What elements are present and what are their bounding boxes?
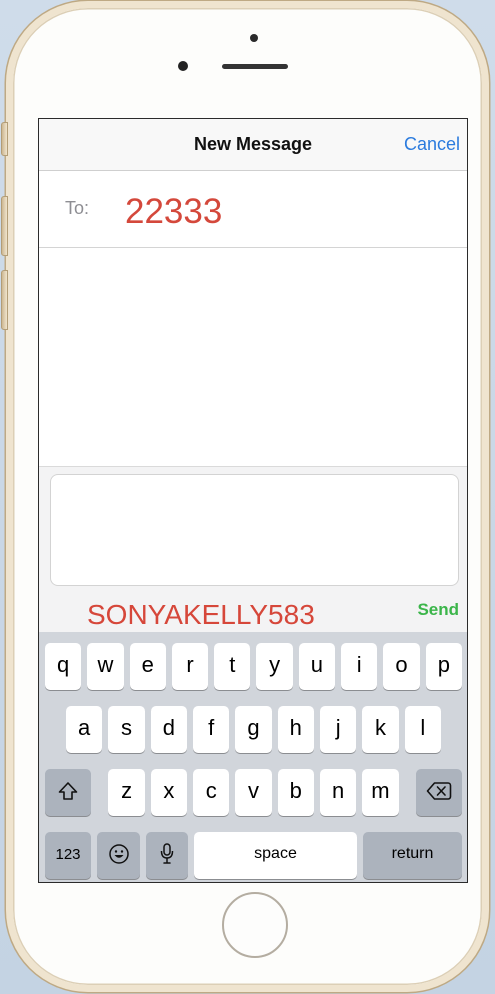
recipient-field[interactable]: To: 22333 bbox=[39, 171, 467, 248]
send-button[interactable]: Send bbox=[417, 600, 459, 620]
message-input[interactable] bbox=[50, 474, 459, 586]
key-b[interactable]: b bbox=[277, 769, 314, 816]
phone-screen: New Message Cancel To: 22333 SONYAKELLY5… bbox=[38, 118, 468, 883]
key-w[interactable]: w bbox=[87, 643, 124, 690]
shift-key[interactable] bbox=[45, 769, 91, 816]
keyboard: q w e r t y u i o p a s d f g h j k l z … bbox=[39, 632, 467, 882]
volume-up-button bbox=[1, 196, 8, 256]
proximity-sensor bbox=[250, 34, 258, 42]
page-title: New Message bbox=[193, 134, 313, 154]
key-e[interactable]: e bbox=[129, 643, 166, 690]
keyboard-row-3: z x c v b n m bbox=[45, 769, 462, 816]
key-y[interactable]: y bbox=[256, 643, 293, 690]
key-p[interactable]: p bbox=[425, 643, 462, 690]
key-z[interactable]: z bbox=[108, 769, 145, 816]
keyboard-row-1: q w e r t y u i o p bbox=[45, 643, 462, 690]
key-x[interactable]: x bbox=[150, 769, 188, 816]
key-a[interactable]: a bbox=[66, 706, 103, 753]
backspace-key[interactable] bbox=[415, 769, 462, 816]
navigation-bar: New Message Cancel bbox=[39, 119, 467, 171]
return-key[interactable]: return bbox=[363, 832, 462, 879]
key-h[interactable]: h bbox=[277, 706, 314, 753]
emoji-icon bbox=[108, 844, 129, 864]
keyboard-row-2: a s d f g h j k l bbox=[66, 706, 441, 753]
key-j[interactable]: j bbox=[319, 706, 357, 753]
volume-down-button bbox=[1, 270, 8, 330]
iphone-device: New Message Cancel To: 22333 SONYAKELLY5… bbox=[0, 0, 495, 994]
message-text-annotation: SONYAKELLY583 bbox=[87, 599, 315, 630]
front-camera bbox=[178, 61, 188, 71]
key-t[interactable]: t bbox=[214, 643, 251, 690]
recipient-label: To: bbox=[65, 198, 90, 218]
emoji-key[interactable] bbox=[97, 832, 140, 879]
space-key[interactable]: space bbox=[194, 832, 357, 879]
dictation-key[interactable] bbox=[146, 832, 188, 879]
key-c[interactable]: c bbox=[193, 769, 230, 816]
cancel-button[interactable]: Cancel bbox=[404, 119, 460, 170]
backspace-icon bbox=[426, 782, 452, 800]
earpiece-speaker bbox=[222, 64, 288, 69]
keyboard-row-4: 123 space return bbox=[45, 832, 462, 879]
shift-icon bbox=[58, 782, 78, 800]
key-g[interactable]: g bbox=[235, 706, 272, 753]
numbers-key[interactable]: 123 bbox=[45, 832, 91, 879]
key-f[interactable]: f bbox=[192, 706, 230, 753]
key-l[interactable]: l bbox=[404, 706, 441, 753]
home-button[interactable] bbox=[222, 892, 288, 958]
recipient-value: 22333 bbox=[125, 192, 223, 231]
keyboard-row-3-letters: z x c v b n m bbox=[108, 769, 399, 816]
key-o[interactable]: o bbox=[383, 643, 420, 690]
key-i[interactable]: i bbox=[341, 643, 378, 690]
key-n[interactable]: n bbox=[319, 769, 357, 816]
key-m[interactable]: m bbox=[362, 769, 399, 816]
key-r[interactable]: r bbox=[171, 643, 209, 690]
key-v[interactable]: v bbox=[235, 769, 272, 816]
key-d[interactable]: d bbox=[150, 706, 187, 753]
microphone-icon bbox=[160, 843, 174, 864]
key-u[interactable]: u bbox=[298, 643, 336, 690]
message-thread-area bbox=[39, 248, 467, 466]
key-s[interactable]: s bbox=[108, 706, 145, 753]
compose-bar: SONYAKELLY583 Send bbox=[39, 466, 467, 632]
key-k[interactable]: k bbox=[362, 706, 399, 753]
key-q[interactable]: q bbox=[45, 643, 82, 690]
mute-switch bbox=[1, 122, 8, 156]
